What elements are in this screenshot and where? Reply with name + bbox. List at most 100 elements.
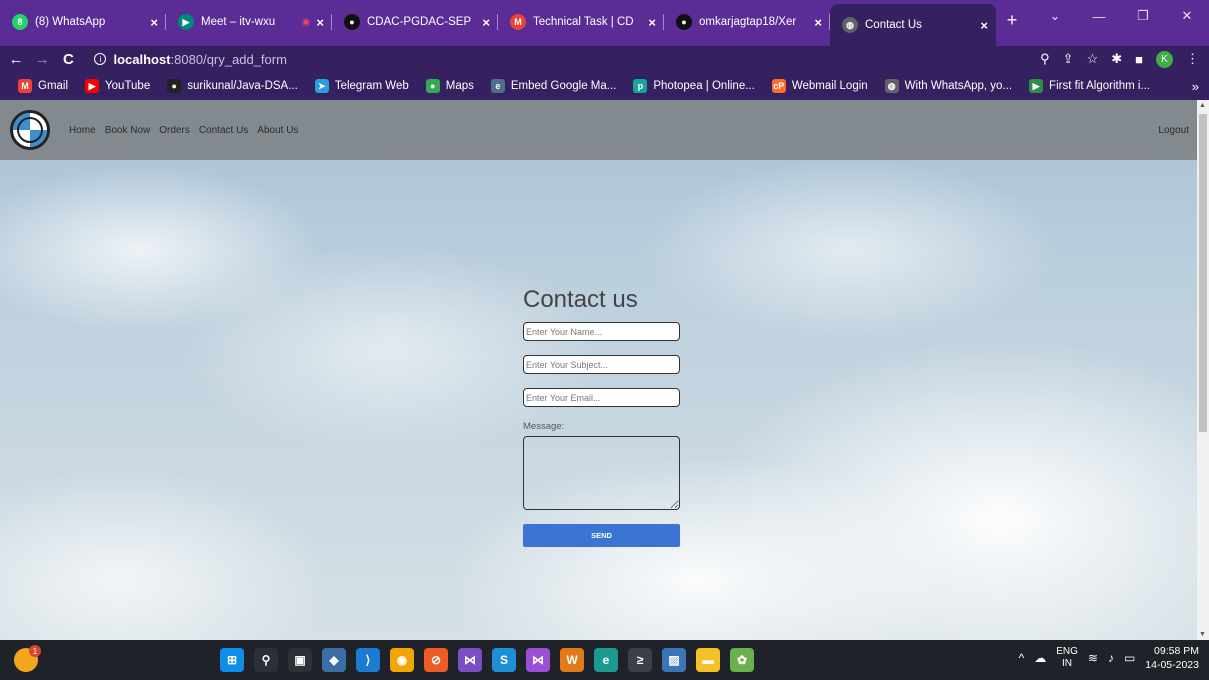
wifi-icon[interactable]: ≋: [1088, 651, 1098, 665]
browser-tab[interactable]: ◍ Contact Us ×: [830, 4, 996, 46]
reload-button[interactable]: C: [58, 51, 78, 68]
address-bar[interactable]: i localhost :8080/qry_add_form: [86, 49, 1040, 69]
chrome-menu-icon[interactable]: ⋮: [1186, 51, 1199, 67]
photopea-icon: p: [633, 79, 648, 93]
scroll-up-arrow-icon[interactable]: ▲: [1199, 102, 1206, 109]
browser-tab[interactable]: ▶ Meet – itv-wxu ◉ ×: [166, 4, 332, 40]
close-tab-icon[interactable]: ×: [814, 15, 822, 30]
nav-link-orders[interactable]: Orders: [159, 125, 190, 136]
close-window-icon[interactable]: ✕: [1165, 0, 1209, 32]
bookmark-label: Embed Google Ma...: [510, 80, 617, 92]
lang-top: ENG: [1056, 646, 1078, 657]
share-icon[interactable]: ⇪: [1063, 51, 1074, 67]
tab-title: CDAC-PGDAC-SEP: [367, 16, 472, 28]
name-input[interactable]: [523, 322, 680, 341]
vscode-icon[interactable]: ⟩: [356, 648, 380, 672]
search-icon[interactable]: ⚲: [254, 648, 278, 672]
browser-tab[interactable]: ● CDAC-PGDAC-SEP ×: [332, 4, 498, 40]
nav-link-about-us[interactable]: About Us: [257, 125, 298, 136]
profile-avatar[interactable]: K: [1156, 50, 1173, 68]
bookmark-item[interactable]: ▶ First fit Algorithm i...: [1029, 79, 1150, 93]
site-info-icon[interactable]: i: [94, 53, 107, 65]
clock-date: 14-05-2023: [1145, 659, 1199, 671]
bookmark-item[interactable]: M Gmail: [18, 79, 68, 93]
bookmark-item[interactable]: ➤ Telegram Web: [314, 79, 409, 93]
close-tab-icon[interactable]: ×: [648, 15, 656, 30]
file-explorer-icon[interactable]: ▬: [696, 648, 720, 672]
close-tab-icon[interactable]: ×: [316, 15, 324, 30]
nav-link-contact-us[interactable]: Contact Us: [199, 125, 248, 136]
terminal-icon[interactable]: ≥: [628, 648, 652, 672]
bookmark-item[interactable]: cP Webmail Login: [771, 79, 868, 93]
forward-button[interactable]: →: [32, 51, 52, 68]
bookmark-item[interactable]: ▶ YouTube: [85, 79, 150, 93]
windows-start-icon[interactable]: ⊞: [220, 648, 244, 672]
back-button[interactable]: ←: [6, 51, 26, 68]
clock-time: 09:58 PM: [1154, 645, 1199, 657]
tray-chevron-icon[interactable]: ^: [1019, 651, 1025, 665]
github-icon: ●: [167, 79, 182, 93]
restore-icon[interactable]: ❐: [1121, 0, 1165, 32]
visual-studio-icon[interactable]: ⋈: [458, 648, 482, 672]
browser-toolbar: ← → C i localhost :8080/qry_add_form ⚲ ⇪…: [0, 46, 1209, 72]
git-icon[interactable]: ◆: [322, 648, 346, 672]
bookmark-item[interactable]: ● Maps: [425, 79, 474, 93]
page-viewport: Home Book Now Orders Contact Us About Us…: [0, 100, 1197, 640]
task-view-icon[interactable]: ▣: [288, 648, 312, 672]
site-nav-links: Home Book Now Orders Contact Us About Us: [69, 125, 298, 136]
scrollbar-thumb[interactable]: [1199, 114, 1207, 432]
minimize-icon[interactable]: —: [1077, 0, 1121, 32]
bookmark-item[interactable]: p Photopea | Online...: [633, 79, 755, 93]
clock[interactable]: 09:58 PM 14-05-2023: [1145, 644, 1199, 672]
onedrive-cloud-icon[interactable]: ☁: [1034, 651, 1046, 665]
nav-link-home[interactable]: Home: [69, 125, 96, 136]
browser-tab[interactable]: ● omkarjagtap18/Xer ×: [664, 4, 830, 40]
new-tab-button[interactable]: +: [996, 10, 1028, 31]
bookmark-item[interactable]: ◍ With WhatsApp, yo...: [884, 79, 1012, 93]
spring-icon[interactable]: ✿: [730, 648, 754, 672]
page-scrollbar[interactable]: ▲ ▼: [1197, 100, 1209, 640]
visual-studio-2-icon[interactable]: ⋈: [526, 648, 550, 672]
postman-icon[interactable]: ⊘: [424, 648, 448, 672]
scroll-down-arrow-icon[interactable]: ▼: [1199, 631, 1206, 638]
zoom-icon[interactable]: ⚲: [1040, 51, 1050, 67]
bookmark-item[interactable]: ● surikunal/Java-DSA...: [167, 79, 298, 93]
bookmark-item[interactable]: e Embed Google Ma...: [490, 79, 617, 93]
tab-title: (8) WhatsApp: [35, 16, 106, 28]
tab-title: Technical Task | CD: [533, 16, 634, 28]
close-tab-icon[interactable]: ×: [150, 15, 158, 30]
form-title: Contact us: [523, 286, 638, 313]
search-tabs-icon[interactable]: ⌄: [1033, 0, 1077, 32]
extensions-icon[interactable]: ✱: [1111, 51, 1122, 67]
bookmarks-overflow-icon[interactable]: »: [1192, 79, 1199, 94]
github-icon: ●: [676, 14, 692, 30]
embed-icon: e: [490, 79, 505, 93]
gfg-icon: ▶: [1029, 79, 1044, 93]
bookmark-label: Maps: [445, 80, 474, 92]
close-tab-icon[interactable]: ×: [482, 15, 490, 30]
chrome-icon[interactable]: ◉: [390, 648, 414, 672]
edge-icon[interactable]: e: [594, 648, 618, 672]
globe-icon: ◍: [842, 17, 858, 33]
weather-widget-icon[interactable]: 1: [14, 645, 41, 672]
message-textarea[interactable]: [523, 436, 680, 510]
side-panel-icon[interactable]: ■: [1135, 52, 1143, 67]
taskbar-apps: ⊞ ⚲ ▣ ◆ ⟩ ◉ ⊘ ⋈ S ⋈ We ≥ ▨ ▬ ✿: [220, 648, 754, 672]
language-indicator[interactable]: ENG IN: [1056, 646, 1078, 670]
wamp-icon[interactable]: W: [560, 648, 584, 672]
browser-tab[interactable]: M Technical Task | CD ×: [498, 4, 664, 40]
image-viewer-icon[interactable]: ▨: [662, 648, 686, 672]
bmw-logo[interactable]: [10, 110, 50, 150]
bookmark-star-icon[interactable]: ☆: [1087, 51, 1099, 67]
close-tab-icon[interactable]: ×: [980, 18, 988, 33]
nav-link-book-now[interactable]: Book Now: [105, 125, 151, 136]
volume-icon[interactable]: ♪: [1108, 651, 1114, 665]
youtube-icon: ▶: [85, 79, 100, 93]
battery-icon[interactable]: ▭: [1124, 651, 1135, 665]
send-button[interactable]: SEND: [523, 524, 680, 547]
logout-link[interactable]: Logout: [1158, 125, 1189, 136]
subject-input[interactable]: [523, 355, 680, 374]
browser-tab[interactable]: 8 (8) WhatsApp ×: [0, 4, 166, 40]
email-input[interactable]: [523, 388, 680, 407]
skype-icon[interactable]: S: [492, 648, 516, 672]
